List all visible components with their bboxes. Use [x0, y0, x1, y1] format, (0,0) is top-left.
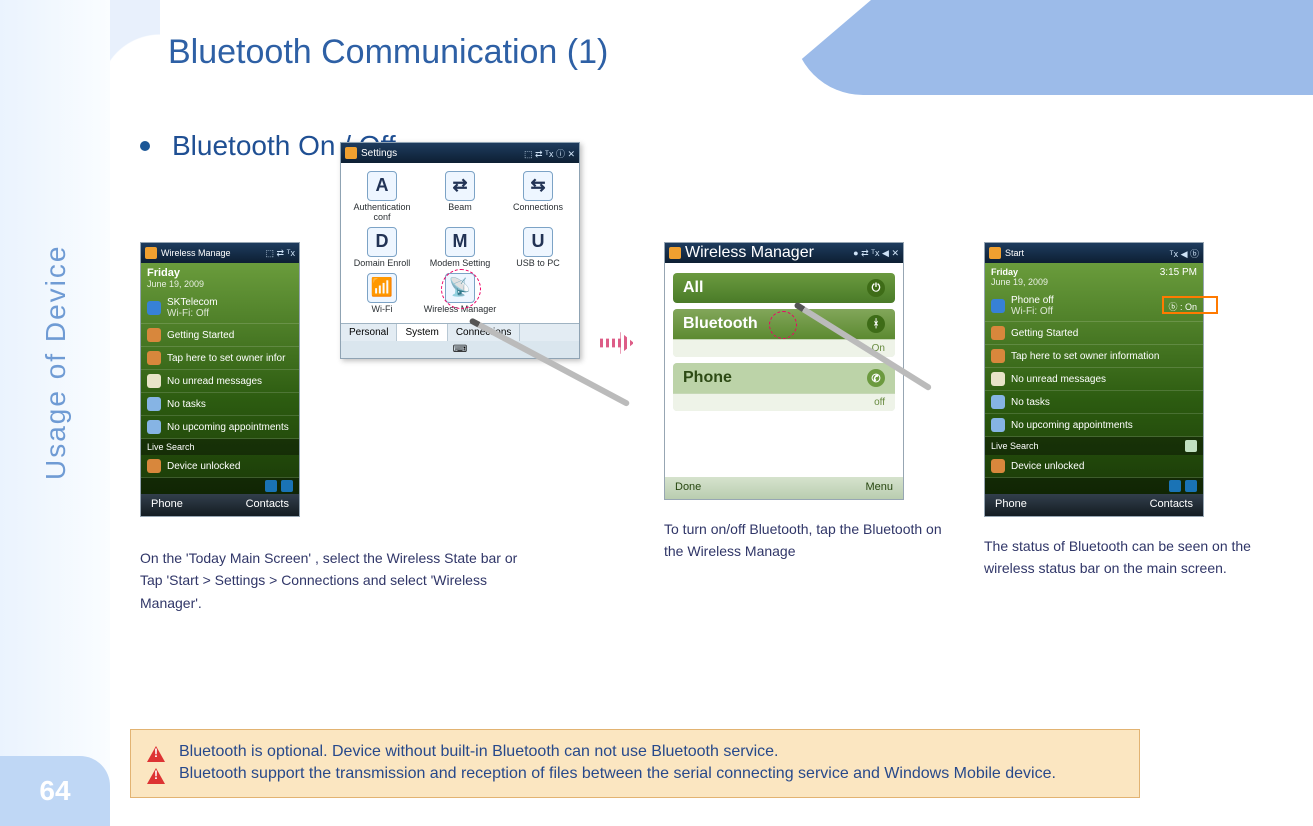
caption-2: To turn on/off Bluetooth, tap the Blueto… [664, 518, 954, 563]
power-icon: ⏻ [867, 279, 885, 297]
settings-item[interactable]: MModem Setting [423, 227, 497, 269]
settings-grid: AAuthentication conf ⇄Beam ⇆Connections … [341, 163, 579, 323]
status-icons: ᵀx ◀ ⓑ [1170, 247, 1199, 260]
sip-icon[interactable]: ⌨ [341, 341, 579, 358]
note-text: Bluetooth is optional. Device without bu… [179, 743, 778, 761]
highlight-box [1162, 296, 1218, 314]
settings-item[interactable]: AAuthentication conf [345, 171, 419, 223]
section-label: Usage of Device [40, 245, 72, 480]
settings-item[interactable]: DDomain Enroll [345, 227, 419, 269]
carrier-icon [991, 299, 1005, 313]
content-area: Bluetooth On / Off Wireless Manage ⬚ ⇄ ᵀ… [140, 130, 1313, 826]
screenshot-today-3: Start ᵀx ◀ ⓑ FridayJune 19, 2009 3:15 PM… [984, 242, 1204, 517]
tab-connections[interactable]: Connections [448, 324, 521, 341]
left-sidebar: Usage of Device 64 [0, 0, 110, 826]
title-curve [110, 0, 160, 95]
domain-icon: D [367, 227, 397, 257]
titlebar: Start ᵀx ◀ ⓑ [985, 243, 1203, 263]
signal-tray-icon [281, 480, 293, 492]
start-icon [669, 247, 681, 259]
connections-icon: ⇆ [523, 171, 553, 201]
clock: 3:15 PM [1160, 267, 1197, 278]
screenshot-wireless-manager: Wireless Manager ● ⇄ ᵀx ◀ ✕ All ⏻ Blueto… [664, 242, 904, 500]
start-icon [145, 247, 157, 259]
settings-item[interactable]: ⇄Beam [423, 171, 497, 223]
note-text: Bluetooth support the transmission and r… [179, 765, 1056, 783]
wm-phone-row[interactable]: Phone✆ off [673, 363, 895, 411]
bt-tray-icon [1169, 480, 1181, 492]
start-icon [345, 147, 357, 159]
caption-3: The status of Bluetooth can be seen on t… [984, 535, 1274, 580]
bluetooth-icon: ᚼ [867, 315, 885, 333]
status-icons: ⬚ ⇄ ᵀx ⓘ ✕ [524, 147, 575, 160]
settings-item-wireless-manager[interactable]: 📡 Wireless Manager [423, 273, 497, 315]
settings-tabs: Personal System Connections [341, 323, 579, 341]
wm-softkeys: Done Menu [665, 477, 903, 499]
bt-tray-icon [265, 480, 277, 492]
settings-item[interactable]: ⇆Connections [501, 171, 575, 223]
wm-titlebar: Wireless Manager ● ⇄ ᵀx ◀ ✕ [665, 243, 903, 263]
notes-box: Bluetooth is optional. Device without bu… [130, 729, 1140, 798]
signal-tray-icon [1185, 480, 1197, 492]
search-icon [1185, 440, 1197, 452]
status-icons: ⬚ ⇄ ᵀx [266, 248, 295, 259]
highlight-circle [769, 311, 797, 339]
highlight-circle [441, 269, 481, 309]
wifi-icon: 📶 [367, 273, 397, 303]
status-icons: ● ⇄ ᵀx ◀ ✕ [853, 248, 899, 259]
carrier-icon [147, 301, 161, 315]
screenshot-settings: Settings ⬚ ⇄ ᵀx ⓘ ✕ AAuthentication conf… [340, 142, 580, 359]
modem-icon: M [445, 227, 475, 257]
wm-bluetooth-row[interactable]: Bluetoothᚼ On [673, 309, 895, 357]
screenshots-row: Wireless Manage ⬚ ⇄ ᵀx FridayJune 19, 20… [140, 192, 1313, 614]
page-title: Bluetooth Communication (1) [160, 23, 608, 72]
start-icon [989, 247, 1001, 259]
page-number: 64 [0, 756, 110, 826]
beam-icon: ⇄ [445, 171, 475, 201]
tab-system[interactable]: System [397, 324, 447, 341]
usb-icon: U [523, 227, 553, 257]
arrow-icon [600, 332, 634, 354]
warning-icon [147, 768, 165, 784]
screenshot-today-1: Wireless Manage ⬚ ⇄ ᵀx FridayJune 19, 20… [140, 242, 300, 517]
warning-icon [147, 746, 165, 762]
softkeys: Phone Contacts [141, 494, 299, 516]
bullet-heading: Bluetooth On / Off [140, 130, 1313, 162]
settings-item[interactable]: UUSB to PC [501, 227, 575, 269]
wm-all-row[interactable]: All ⏻ [673, 273, 895, 303]
settings-titlebar: Settings ⬚ ⇄ ᵀx ⓘ ✕ [341, 143, 579, 163]
phone-icon: ✆ [867, 369, 885, 387]
settings-item[interactable]: 📶Wi-Fi [345, 273, 419, 315]
title-bar: Bluetooth Communication (1) [110, 0, 1313, 95]
titlebar: Wireless Manage ⬚ ⇄ ᵀx [141, 243, 299, 263]
today-body: FridayJune 19, 2009 3:15 PM Phone offWi-… [985, 263, 1203, 494]
caption-1: On the 'Today Main Screen' , select the … [140, 547, 520, 614]
auth-icon: A [367, 171, 397, 201]
softkeys: Phone Contacts [985, 494, 1203, 516]
tab-personal[interactable]: Personal [341, 324, 397, 341]
bullet-dot-icon [140, 141, 150, 151]
today-body: FridayJune 19, 2009 SKTelecomWi-Fi: Off … [141, 263, 299, 494]
